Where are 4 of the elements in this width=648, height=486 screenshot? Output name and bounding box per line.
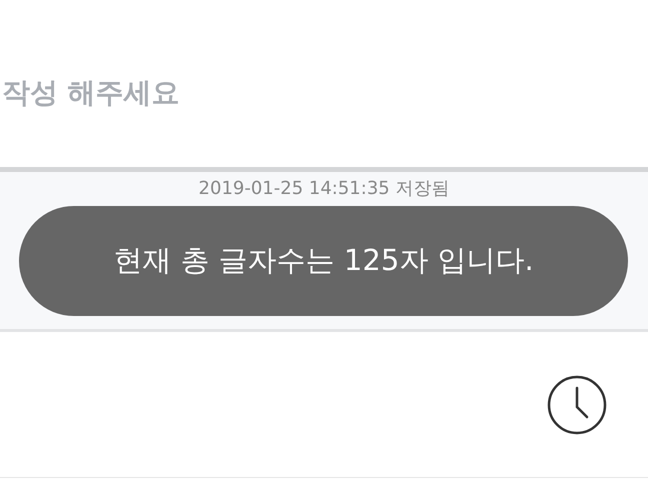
text-input-field[interactable]: 작성 해주세요 — [2, 76, 602, 109]
save-status-text: 2019-01-25 14:51:35 저장됨 — [198, 177, 450, 200]
toast-message: 현재 총 글자수는 125자 입니다. — [19, 206, 628, 316]
clock-icon[interactable] — [546, 374, 608, 436]
